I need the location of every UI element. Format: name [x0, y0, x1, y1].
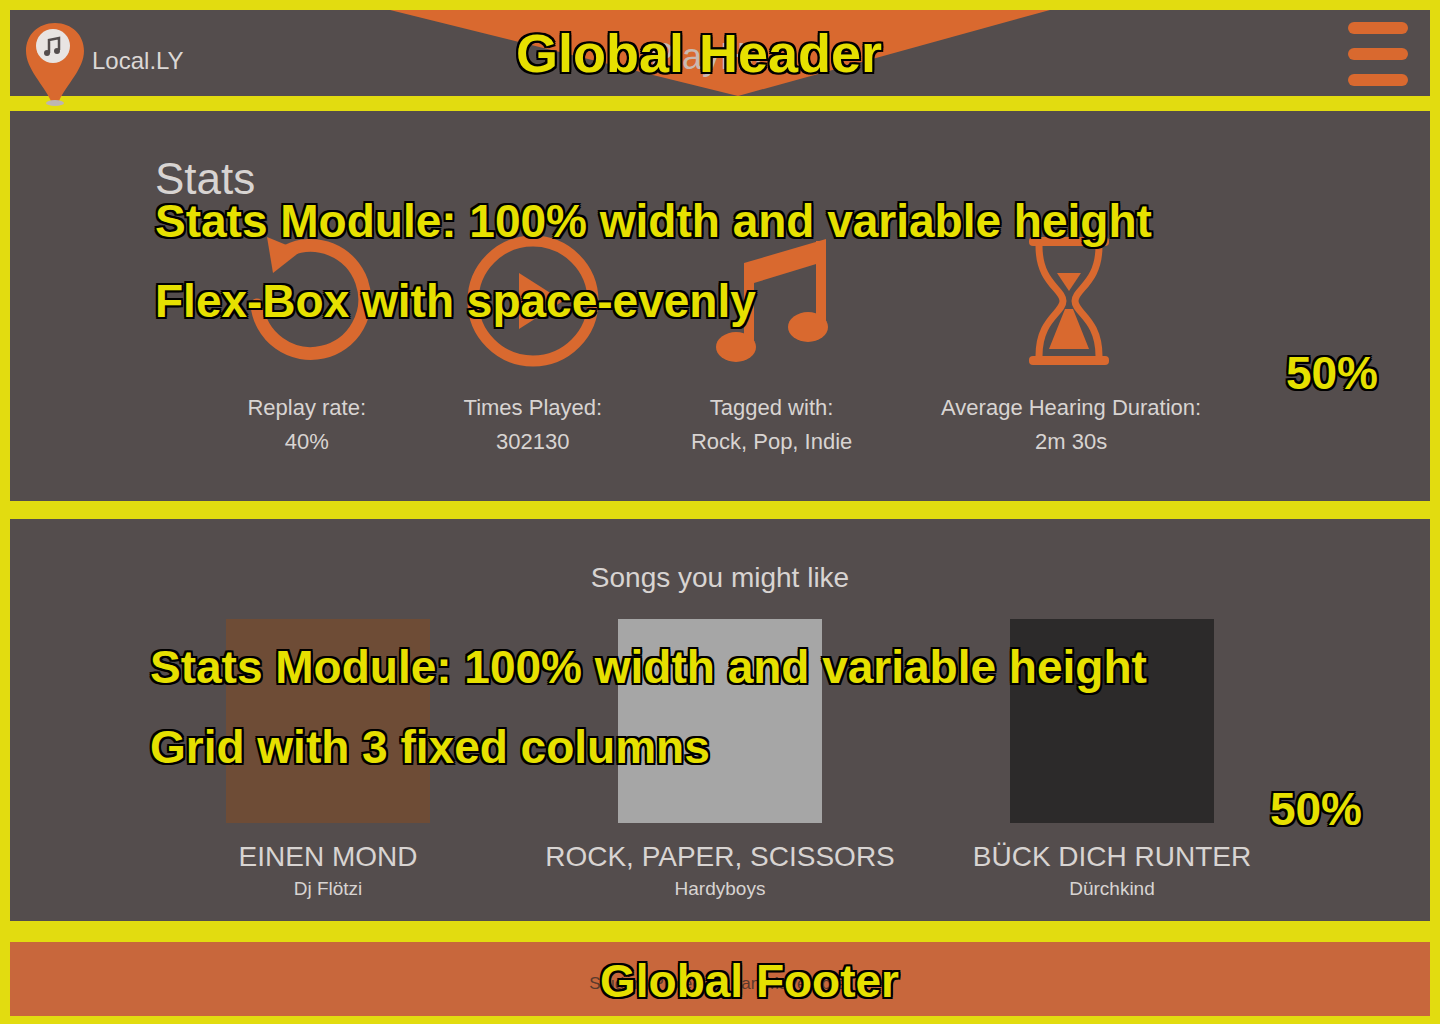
stat-label: Average Hearing Duration: — [941, 391, 1201, 425]
stat-value: 40% — [285, 425, 329, 459]
stats-share: 50% — [1286, 339, 1378, 408]
stat-item: Average Hearing Duration:2m 30s — [941, 233, 1201, 459]
song-title[interactable]: ROCK, PAPER, SCISSORS — [545, 839, 895, 875]
global-footer: Student Project by Jan Mayerhofer Global… — [10, 942, 1430, 1016]
footer-annotation: Global Footer — [600, 956, 899, 1007]
songs-annotation: Stats Module: 100% width and variable he… — [150, 627, 1147, 707]
stat-label: Tagged with: — [710, 391, 834, 425]
global-header: Local.LY PlayHit Global Header — [10, 10, 1430, 96]
stat-label: Times Played: — [464, 391, 603, 425]
hourglass-icon — [1003, 233, 1139, 369]
stat-value: 302130 — [496, 425, 569, 459]
song-artist: Dj Flötzi — [294, 875, 363, 903]
stats-annotation: Flex-Box with space-evenly — [155, 261, 1152, 341]
stat-value: Rock, Pop, Indie — [691, 425, 852, 459]
stat-value: 2m 30s — [1035, 425, 1107, 459]
menu-icon[interactable] — [1348, 20, 1430, 86]
stats-module: Stats Replay rate:40%Times Played:302130… — [10, 111, 1430, 501]
songs-module: Songs you might like EINEN MONDDj Flötzi… — [10, 519, 1430, 921]
song-artist: Hardyboys — [675, 875, 766, 903]
song-title[interactable]: BÜCK DICH RUNTER — [973, 839, 1251, 875]
songs-title: Songs you might like — [132, 561, 1308, 595]
stat-item: Times Played:302130 — [464, 233, 603, 459]
song-title[interactable]: EINEN MOND — [239, 839, 418, 875]
location-pin-icon[interactable] — [24, 21, 86, 107]
songs-annotation: Grid with 3 fixed columns — [150, 707, 1147, 787]
songs-share: 50% — [1270, 775, 1362, 844]
stat-item: Tagged with:Rock, Pop, Indie — [691, 233, 852, 459]
stats-annotation: Stats Module: 100% width and variable he… — [155, 181, 1152, 261]
stat-item: Replay rate:40% — [239, 233, 375, 459]
song-artist: Dürchkind — [1069, 875, 1155, 903]
header-annotation: Global Header — [516, 24, 882, 83]
brand-name[interactable]: Local.LY — [92, 43, 184, 79]
stat-label: Replay rate: — [247, 391, 366, 425]
